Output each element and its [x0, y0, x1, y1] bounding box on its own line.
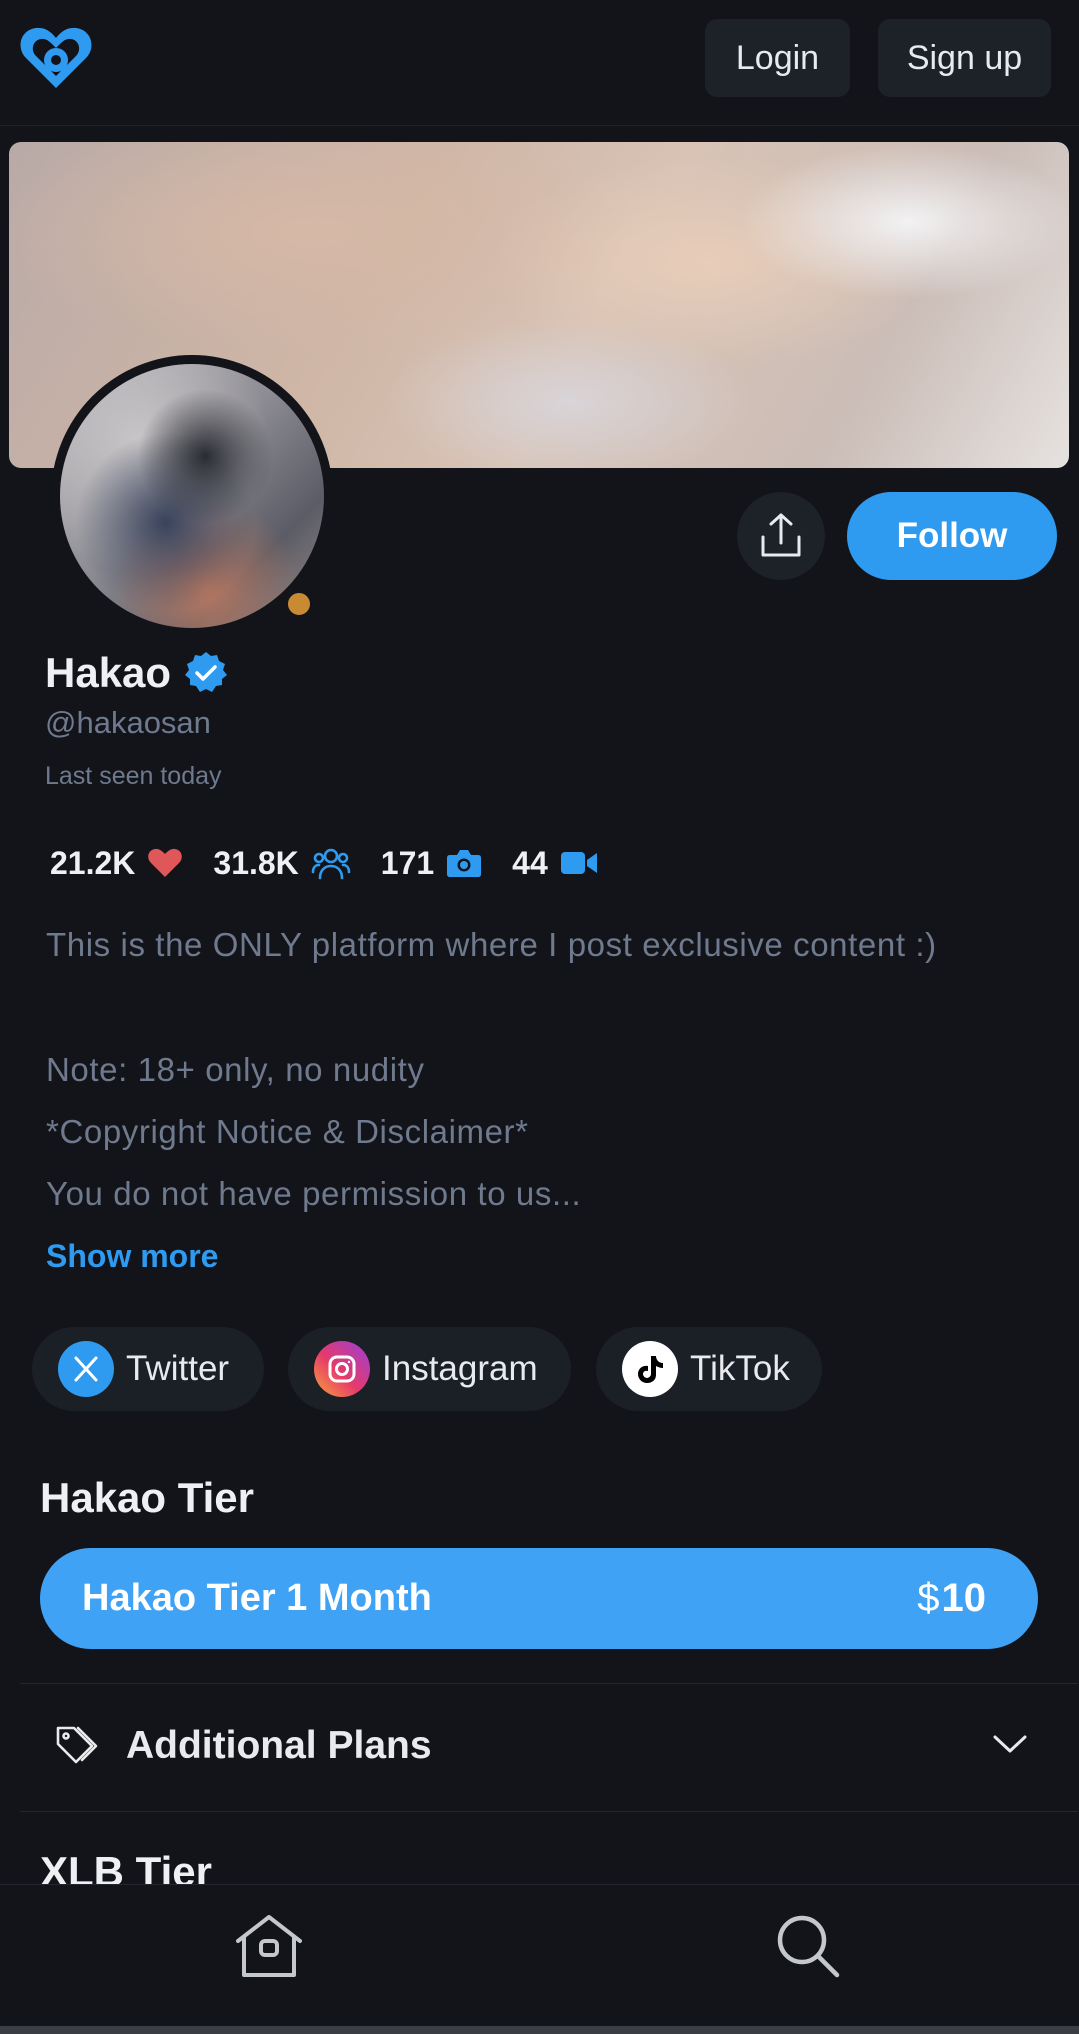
profile-stats: 21.2K 31.8K 171 44 [50, 840, 628, 886]
social-link-tiktok[interactable]: TikTok [596, 1327, 822, 1411]
social-label: TikTok [690, 1349, 790, 1388]
online-status-dot [284, 589, 314, 619]
additional-plans-toggle[interactable]: Additional Plans [20, 1684, 1078, 1810]
home-icon[interactable] [234, 1913, 304, 1979]
follow-button[interactable]: Follow [847, 492, 1057, 580]
bio-line: This is the ONLY platform where I post e… [46, 926, 937, 963]
stat-subscribers: 31.8K [213, 844, 351, 882]
social-label: Twitter [126, 1349, 230, 1388]
top-header: Login Sign up [0, 0, 1079, 126]
stat-videos: 44 [512, 845, 598, 882]
profile-page: Login Sign up Follow Hakao @hakaosan Las… [0, 0, 1079, 2034]
login-button[interactable]: Login [705, 19, 850, 97]
tier-title: Hakao Tier [40, 1474, 254, 1521]
signup-button[interactable]: Sign up [878, 19, 1051, 97]
photos-count: 171 [380, 844, 435, 881]
social-link-instagram[interactable]: Instagram [288, 1327, 571, 1411]
divider [20, 1811, 1078, 1812]
tier-amount: 10 [941, 1576, 987, 1620]
verified-badge-icon [185, 652, 228, 692]
tier-price: $ 10 [917, 1576, 986, 1621]
camera-icon [447, 850, 482, 877]
bottom-navigation [0, 1884, 1079, 2030]
social-label: Instagram [382, 1349, 538, 1388]
profile-name-row: Hakao [45, 645, 229, 701]
additional-plans-label: Additional Plans [126, 1724, 432, 1767]
last-seen-text: Last seen today [45, 762, 222, 790]
instagram-icon [314, 1341, 370, 1397]
chevron-down-icon [993, 1735, 1027, 1753]
video-icon [560, 852, 597, 874]
bio-line: Note: 18+ only, no nudity [46, 1051, 425, 1088]
avatar[interactable] [60, 364, 324, 628]
stat-likes: 21.2K [50, 845, 183, 882]
search-icon[interactable] [775, 1913, 841, 1979]
profile-name: Hakao [45, 649, 172, 696]
heart-icon [148, 848, 183, 877]
x-icon [58, 1341, 114, 1397]
tiktok-icon [622, 1341, 678, 1397]
tag-icon [56, 1726, 98, 1764]
profile-handle: @hakaosan [45, 705, 211, 740]
videos-count: 44 [512, 844, 548, 881]
share-icon [761, 513, 801, 557]
bio-line: *Copyright Notice & Disclaimer* [46, 1113, 529, 1150]
likes-count: 21.2K [50, 844, 136, 881]
bio-line: You do not have permission to us... [46, 1175, 582, 1212]
logo-icon[interactable] [18, 24, 94, 92]
share-button[interactable] [737, 492, 825, 580]
social-link-twitter[interactable]: Twitter [32, 1327, 264, 1411]
subscribe-tier-button[interactable]: Hakao Tier 1 Month $ 10 [40, 1548, 1038, 1649]
tier-currency: $ [917, 1576, 940, 1620]
show-more-link[interactable]: Show more [46, 1238, 218, 1275]
subscribers-count: 31.8K [213, 844, 299, 881]
stat-photos: 171 [381, 845, 482, 882]
system-home-bar [0, 2026, 1079, 2034]
users-icon [311, 848, 351, 880]
tier-plan-name: Hakao Tier 1 Month [82, 1577, 432, 1619]
